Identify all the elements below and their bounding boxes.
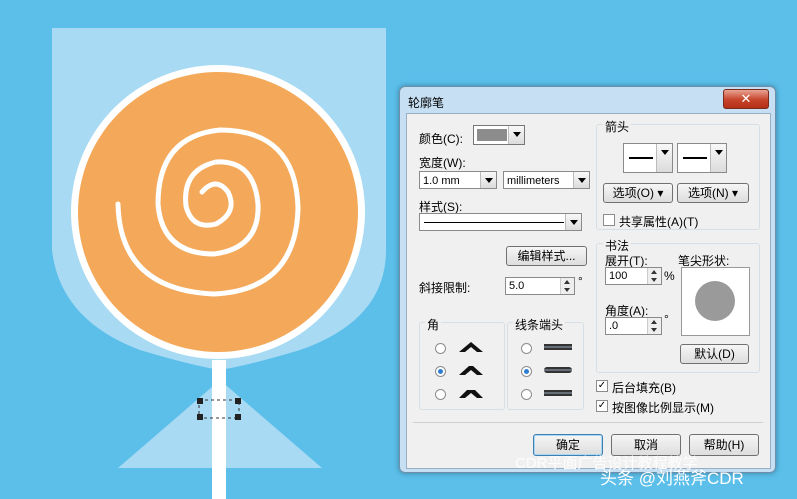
stretch-input[interactable]: 100 [605,267,662,285]
miter-limit-value: 5.0 [509,280,525,292]
spin-arrows-icon[interactable] [647,268,661,284]
separator [413,422,763,423]
corner-radio-round[interactable] [435,366,446,377]
arrow-line-preview [629,157,653,159]
chevron-down-icon[interactable] [656,144,672,172]
chevron-down-icon[interactable] [508,126,524,144]
end-arrow-dropdown[interactable] [677,143,727,173]
width-value: 1.0 mm [423,175,460,187]
edit-style-button[interactable]: 编辑样式... [506,246,587,266]
handle-left[interactable] [197,398,203,404]
miter-limit-label: 斜接限制: [419,281,471,295]
nib-circle-icon [695,281,735,321]
line-style-preview [424,222,564,223]
spin-arrows-icon[interactable] [560,278,574,294]
corners-label: 角 [425,316,442,333]
behind-fill-label: 后台填充(B) [612,381,676,395]
style-dropdown[interactable] [419,213,582,231]
stretch-unit: % [664,269,675,283]
arrow-options-left-button[interactable]: 选项(O) ▾ [603,183,673,203]
cap-radio-butt[interactable] [521,343,532,354]
miter-unit: ° [578,274,583,288]
units-value: millimeters [507,175,560,187]
handle-bottom-right[interactable] [235,414,241,420]
share-attributes-label: 共享属性(A)(T) [619,215,699,229]
width-label: 宽度(W): [419,156,466,170]
line-cap-shapes-icon [544,344,572,396]
default-button[interactable]: 默认(D) [680,344,749,364]
chevron-down-icon[interactable] [710,144,726,172]
chevron-down-icon[interactable] [565,214,581,230]
scale-with-image-label: 按图像比例显示(M) [612,401,714,415]
angle-value: .0 [609,320,619,332]
behind-fill-checkbox[interactable]: ✓ [596,380,608,392]
nib-shape-preview[interactable] [681,267,750,336]
outline-pen-dialog: 轮廓笔 ✕ 颜色(C): 宽度(W): 1.0 mm millimeters 样… [399,86,776,473]
miter-limit-input[interactable]: 5.0 [505,277,575,295]
corner-shapes-icon [459,342,483,398]
corner-radio-miter[interactable] [435,343,446,354]
angle-input[interactable]: .0 [605,317,662,335]
chevron-down-icon[interactable] [573,172,589,188]
color-label: 颜色(C): [419,132,463,146]
color-picker[interactable] [473,125,525,145]
units-dropdown[interactable]: millimeters [503,171,590,189]
lollipop-stick [212,360,226,499]
arrow-options-right-button[interactable]: 选项(N) ▾ [677,183,749,203]
width-dropdown[interactable]: 1.0 mm [419,171,497,189]
arrow-options-left-label: 选项(O) [612,186,654,200]
corner-radio-bevel[interactable] [435,389,446,400]
dialog-client: 颜色(C): 宽度(W): 1.0 mm millimeters 样式(S): … [406,113,771,469]
dialog-title: 轮廓笔 [408,96,445,110]
arrows-label: 箭头 [603,118,632,135]
stretch-value: 100 [609,270,628,282]
line-caps-label: 线条端头 [513,316,566,333]
scale-with-image-checkbox[interactable]: ✓ [596,400,608,412]
cap-radio-square[interactable] [521,389,532,400]
share-attributes-checkbox[interactable] [603,214,615,226]
start-arrow-dropdown[interactable] [623,143,673,173]
spin-arrows-icon[interactable] [647,318,661,334]
chevron-down-icon[interactable] [480,172,496,188]
cap-radio-round[interactable] [521,366,532,377]
close-button[interactable]: ✕ [723,89,769,109]
angle-unit: ° [664,312,669,326]
arrow-line-preview [683,157,707,159]
handle-right[interactable] [235,398,241,404]
color-swatch [477,129,507,141]
arrow-options-right-label: 选项(N) [687,186,729,200]
handle-bottom-left[interactable] [197,414,203,420]
help-button[interactable]: 帮助(H) [689,434,759,456]
watermark-line2: 头条 @刘燕斧CDR [600,469,744,488]
